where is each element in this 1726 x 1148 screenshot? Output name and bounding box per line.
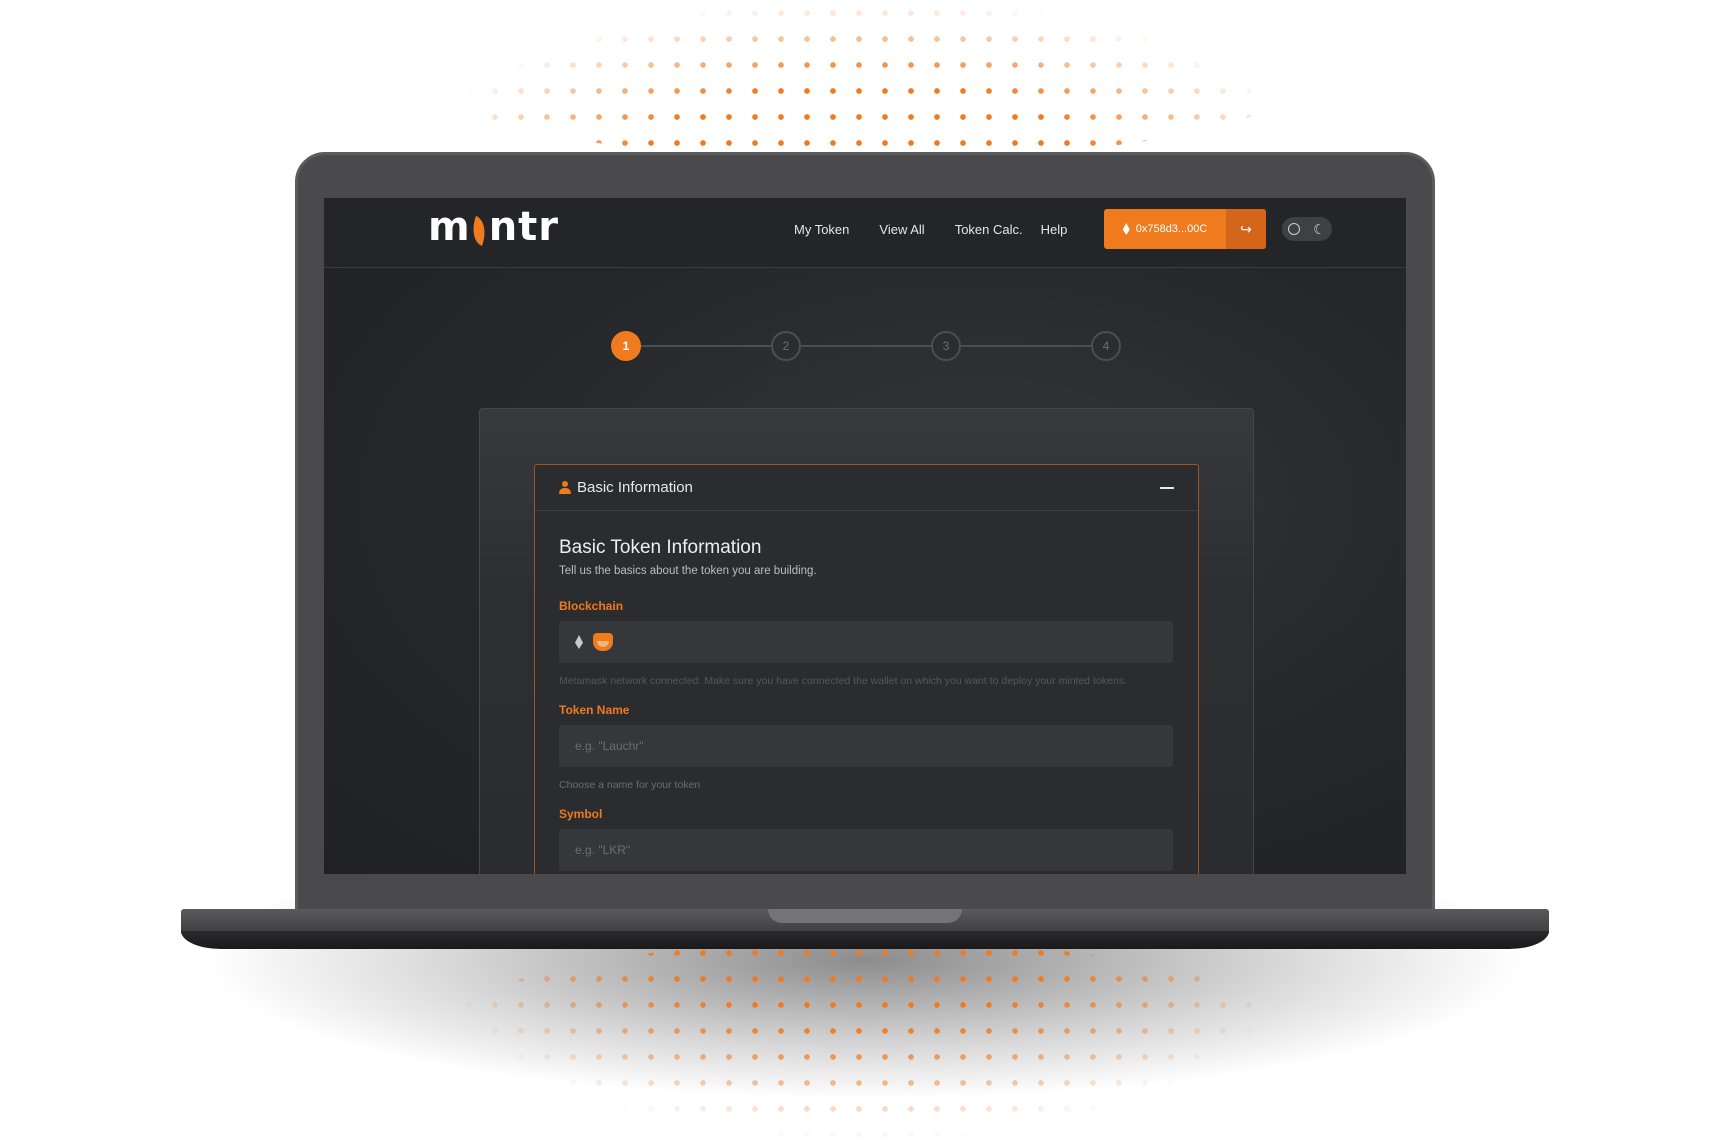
logout-icon: ↪ — [1240, 220, 1252, 237]
logo-text-b: ntr — [488, 204, 560, 250]
collapse-icon[interactable] — [1160, 486, 1174, 489]
symbol-label: Symbol — [559, 807, 603, 821]
stepper: 1 2 3 4 — [611, 331, 1121, 361]
person-icon — [559, 480, 571, 495]
step-connector — [641, 345, 771, 347]
step-1[interactable]: 1 — [611, 331, 641, 361]
blockchain-hint: Metamask network connected. Make sure yo… — [559, 675, 1127, 687]
panel-title: Basic Information — [577, 479, 693, 496]
step-connector — [801, 345, 931, 347]
nav-links: My Token View All Token Calc. Help — [794, 222, 1097, 237]
wallet-address: 0x758d3...00C — [1135, 223, 1208, 235]
wallet-button: 0x758d3...00C ↪ — [1104, 209, 1266, 249]
symbol-field-wrap — [559, 829, 1173, 871]
wallet-address-button[interactable]: 0x758d3...00C — [1104, 209, 1226, 249]
basic-information-panel: Basic Information Basic Token Informatio… — [534, 464, 1199, 874]
section-subheading: Tell us the basics about the token you a… — [559, 565, 817, 577]
token-name-hint: Choose a name for your token — [559, 779, 701, 791]
laptop-base-lip — [181, 931, 1549, 949]
mintr-logo[interactable]: m ntr — [428, 204, 559, 250]
metamask-fox-icon — [593, 633, 613, 651]
step-4[interactable]: 4 — [1091, 331, 1121, 361]
nav-link-token-calc[interactable]: Token Calc. — [955, 222, 1023, 237]
symbol-input[interactable] — [575, 829, 1173, 871]
panel-header[interactable]: Basic Information — [535, 465, 1198, 511]
section-heading: Basic Token Information — [559, 537, 762, 558]
navbar: m ntr My Token View All Token Calc. Help… — [324, 198, 1406, 268]
token-name-input[interactable] — [575, 725, 1173, 767]
blockchain-label: Blockchain — [559, 599, 624, 613]
decorative-dots-top — [430, 0, 1300, 160]
token-name-label: Token Name — [559, 703, 630, 717]
laptop-screen: m ntr My Token View All Token Calc. Help… — [324, 198, 1406, 874]
ethereum-icon — [1122, 223, 1130, 235]
blockchain-select[interactable] — [559, 621, 1173, 663]
ethereum-icon — [575, 635, 583, 649]
step-connector — [961, 345, 1091, 347]
decorative-dots-bottom — [430, 940, 1300, 1140]
logo-text-a: m — [428, 204, 471, 250]
step-2[interactable]: 2 — [771, 331, 801, 361]
sun-icon[interactable] — [1288, 223, 1301, 235]
step-3[interactable]: 3 — [931, 331, 961, 361]
panel-body: Basic Token Information Tell us the basi… — [535, 511, 1198, 871]
logout-button[interactable]: ↪ — [1226, 209, 1266, 249]
moon-icon[interactable]: ☾ — [1313, 222, 1326, 236]
token-name-field-wrap — [559, 725, 1173, 767]
theme-toggle[interactable]: ☾ — [1282, 217, 1332, 241]
laptop-notch — [768, 909, 962, 923]
nav-link-help[interactable]: Help — [1041, 222, 1068, 237]
nav-link-my-token[interactable]: My Token — [794, 222, 849, 237]
nav-link-view-all[interactable]: View All — [879, 222, 924, 237]
